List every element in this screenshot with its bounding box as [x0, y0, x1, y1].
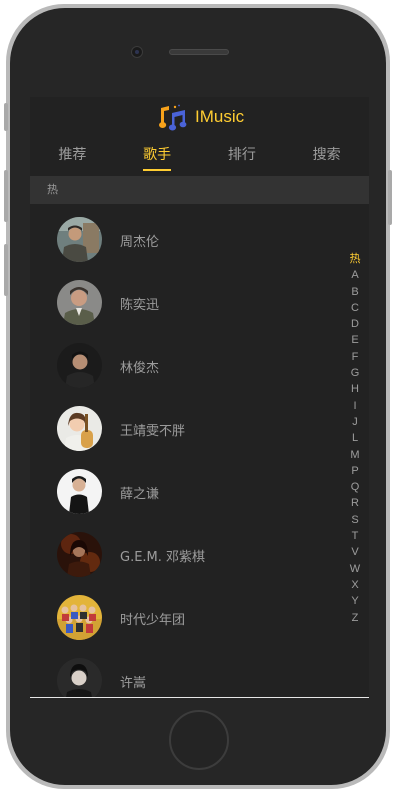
- shortcut-item-j[interactable]: J: [348, 414, 362, 430]
- shortcut-item-c[interactable]: C: [348, 300, 362, 316]
- singer-item[interactable]: 林俊杰: [30, 330, 369, 393]
- shortcut-item-q[interactable]: Q: [348, 479, 362, 495]
- tab-singer[interactable]: 歌手: [115, 141, 200, 175]
- singer-name: 周杰伦: [120, 235, 160, 250]
- shortcut-item-t[interactable]: T: [348, 528, 362, 544]
- app-screen: IMusic 推荐 歌手 排行 搜索 热 周杰伦 陈奕迅 林俊杰 王靖雯不胖 薛…: [30, 97, 369, 697]
- singer-item[interactable]: 薛之谦: [30, 456, 369, 519]
- active-tab-indicator: [143, 169, 172, 171]
- tab-label: 推荐: [58, 147, 87, 163]
- singer-name: G.E.M. 邓紫棋: [120, 550, 206, 565]
- tab-bar: 推荐 歌手 排行 搜索: [30, 141, 369, 175]
- avatar-jay-chou: [57, 217, 102, 262]
- shortcut-item-r[interactable]: R: [348, 495, 362, 511]
- shortcut-item-e[interactable]: E: [348, 332, 362, 348]
- singer-item[interactable]: 周杰伦: [30, 204, 369, 267]
- avatar-eason-chan: [57, 280, 102, 325]
- music-notes-logo-icon: [158, 102, 188, 132]
- singer-item[interactable]: 许嵩: [30, 645, 369, 697]
- singer-name: 陈奕迅: [120, 298, 160, 313]
- shortcut-item-h[interactable]: H: [348, 381, 362, 397]
- singer-name: 薛之谦: [120, 487, 160, 502]
- singer-name: 时代少年团: [120, 613, 186, 628]
- singer-item[interactable]: 王靖雯不胖: [30, 393, 369, 456]
- shortcut-item-s[interactable]: S: [348, 512, 362, 528]
- avatar-vae: [57, 658, 102, 697]
- app-header: IMusic: [30, 97, 369, 137]
- shortcut-item-x[interactable]: X: [348, 577, 362, 593]
- avatar-wang-jingwen: [57, 406, 102, 451]
- singer-item[interactable]: G.E.M. 邓紫棋: [30, 519, 369, 582]
- home-button[interactable]: [169, 710, 229, 770]
- avatar-joker-xue: [57, 469, 102, 514]
- mute-switch: [4, 103, 8, 131]
- tab-label: 歌手: [143, 147, 172, 163]
- shortcut-item-m[interactable]: M: [348, 447, 362, 463]
- avatar-jj-lin: [57, 343, 102, 388]
- singer-name: 许嵩: [120, 676, 147, 691]
- tab-rank[interactable]: 排行: [200, 141, 285, 175]
- shortcut-item-y[interactable]: Y: [348, 593, 362, 609]
- volume-up-button: [4, 170, 8, 222]
- shortcut-item-d[interactable]: D: [348, 316, 362, 332]
- shortcut-item-l[interactable]: L: [348, 430, 362, 446]
- tab-search[interactable]: 搜索: [284, 141, 369, 175]
- volume-down-button: [4, 244, 8, 296]
- avatar-gem: [57, 532, 102, 577]
- power-button: [388, 170, 392, 225]
- shortcut-item-p[interactable]: P: [348, 463, 362, 479]
- shortcut-item-w[interactable]: W: [348, 561, 362, 577]
- app-title: IMusic: [195, 107, 245, 126]
- front-camera: [131, 46, 143, 58]
- tab-label: 排行: [227, 147, 256, 163]
- earpiece-speaker: [169, 49, 229, 55]
- singer-name: 王靖雯不胖: [120, 424, 186, 439]
- shortcut-item-v[interactable]: V: [348, 544, 362, 560]
- shortcut-item-hot[interactable]: 热: [348, 251, 362, 267]
- shortcut-item-i[interactable]: I: [348, 398, 362, 414]
- shortcut-item-g[interactable]: G: [348, 365, 362, 381]
- tab-recommend[interactable]: 推荐: [30, 141, 115, 175]
- avatar-tnt: [57, 595, 102, 640]
- group-title-hot: 热: [30, 176, 369, 204]
- shortcut-item-z[interactable]: Z: [348, 610, 362, 626]
- shortcut-item-f[interactable]: F: [348, 349, 362, 365]
- alphabet-shortcut-list[interactable]: 热 A B C D E F G H I J L M P Q R S T V W …: [348, 251, 362, 626]
- singer-list[interactable]: 周杰伦 陈奕迅 林俊杰 王靖雯不胖 薛之谦 G.E.M. 邓紫棋 时代少年团 许…: [30, 204, 369, 697]
- tab-label: 搜索: [312, 147, 341, 163]
- shortcut-item-b[interactable]: B: [348, 284, 362, 300]
- singer-name: 林俊杰: [120, 361, 160, 376]
- screen-bottom-divider: [30, 697, 369, 698]
- singer-item[interactable]: 陈奕迅: [30, 267, 369, 330]
- singer-item[interactable]: 时代少年团: [30, 582, 369, 645]
- shortcut-item-a[interactable]: A: [348, 267, 362, 283]
